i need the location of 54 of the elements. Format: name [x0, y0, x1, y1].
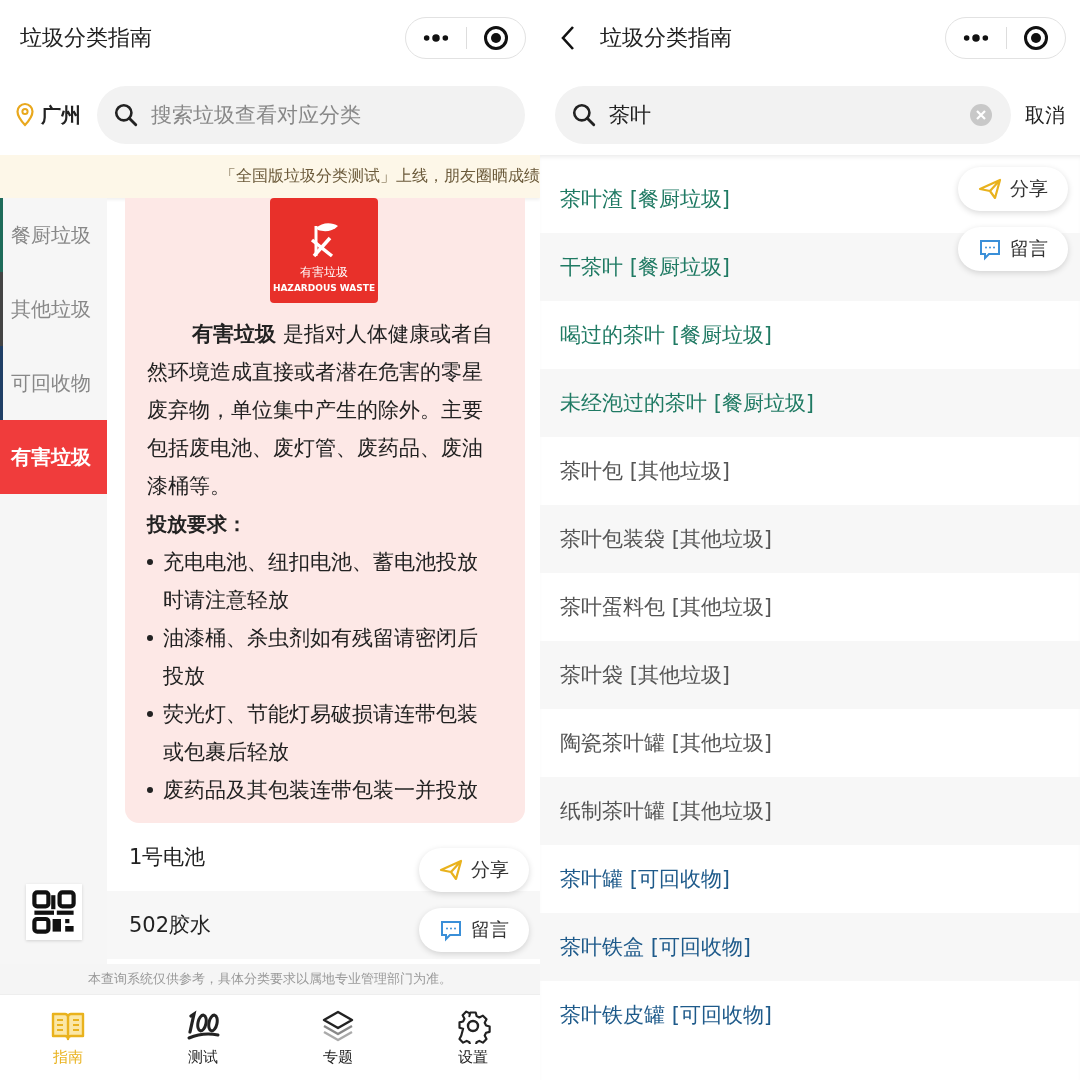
item-name[interactable]: 1号电池: [129, 843, 206, 871]
notice-bar[interactable]: 「全国版垃圾分类测试」上线，朋友圈晒成绩: [0, 155, 540, 198]
close-icon[interactable]: [483, 24, 509, 51]
bullet-icon: [147, 635, 153, 641]
float-button[interactable]: 留言: [958, 227, 1068, 271]
back-icon[interactable]: [560, 24, 576, 51]
result-item[interactable]: 茶叶蛋料包 [其他垃圾]: [560, 593, 773, 621]
result-item[interactable]: 干茶叶 [餐厨垃圾]: [560, 253, 731, 281]
search-field[interactable]: 搜索垃圾查看对应分类: [97, 86, 525, 144]
result-item[interactable]: 纸制茶叶罐 [其他垃圾]: [560, 797, 773, 825]
result-item[interactable]: 陶瓷茶叶罐 [其他垃圾]: [560, 729, 773, 757]
requirement-text: 荧光灯、节能灯易破损请连带包装或包裹后轻放: [163, 701, 479, 766]
result-item[interactable]: 茶叶包 [其他垃圾]: [560, 457, 731, 485]
requirements-heading: 投放要求：: [147, 511, 248, 538]
hazardous-waste-logo: 有害垃圾 HAZARDOUS WASTE: [270, 198, 378, 303]
more-icon[interactable]: [422, 32, 450, 43]
city-label[interactable]: 广州: [41, 101, 81, 129]
page-title: 垃圾分类指南: [20, 23, 153, 52]
description-text: 有害垃圾 是指对人体健康或者自然环境造成直接或者潜在危害的零星废弃物，单位集中产生的除外。主要包括废电池、废灯管、废药品、废油漆桶等。: [147, 321, 494, 500]
search-icon: [113, 102, 139, 128]
result-item[interactable]: 茶叶包装袋 [其他垃圾]: [560, 525, 773, 553]
disclaimer-text: 本查询系统仅供参考，具体分类要求以属地专业管理部门为准。: [0, 964, 540, 994]
more-icon[interactable]: [962, 32, 990, 43]
qr-code-icon[interactable]: [25, 884, 82, 940]
chat-bubble-icon: [978, 237, 1002, 261]
item-name[interactable]: 502胶水: [129, 911, 212, 939]
result-item[interactable]: 茶叶渣 [餐厨垃圾]: [560, 185, 731, 213]
search-field[interactable]: 茶叶: [555, 86, 1011, 144]
category-tab[interactable]: 有害垃圾: [0, 420, 107, 494]
chat-bubble-icon: [439, 918, 463, 942]
float-button[interactable]: 分享: [958, 167, 1068, 211]
requirement-text: 油漆桶、杀虫剂如有残留请密闭后投放: [163, 625, 479, 690]
cancel-link[interactable]: 取消: [1025, 101, 1065, 129]
paper-plane-icon: [439, 858, 463, 882]
bullet-icon: [147, 787, 153, 793]
result-item[interactable]: 茶叶铁盒 [可回收物]: [560, 933, 752, 961]
float-button[interactable]: 分享: [419, 848, 529, 892]
bullet-icon: [147, 711, 153, 717]
tab-item[interactable]: 测试: [135, 995, 270, 1080]
result-item[interactable]: 喝过的茶叶 [餐厨垃圾]: [560, 321, 773, 349]
result-item[interactable]: 未经泡过的茶叶 [餐厨垃圾]: [560, 389, 815, 417]
page-title: 垃圾分类指南: [600, 23, 733, 52]
requirement-text: 废药品及其包装连带包装一并投放: [163, 777, 478, 804]
bullet-icon: [147, 559, 153, 565]
result-item[interactable]: 茶叶铁皮罐 [可回收物]: [560, 1001, 773, 1029]
paper-plane-icon: [978, 177, 1002, 201]
requirement-text: 充电电池、纽扣电池、蓄电池投放时请注意轻放: [163, 549, 479, 614]
tab-item[interactable]: 设置: [405, 995, 540, 1080]
close-icon[interactable]: [1023, 24, 1049, 51]
float-button[interactable]: 留言: [419, 908, 529, 952]
result-item[interactable]: 茶叶袋 [其他垃圾]: [560, 661, 731, 689]
result-item[interactable]: 茶叶罐 [可回收物]: [560, 865, 731, 893]
tab-item[interactable]: 专题: [270, 995, 405, 1080]
search-icon: [571, 102, 597, 128]
